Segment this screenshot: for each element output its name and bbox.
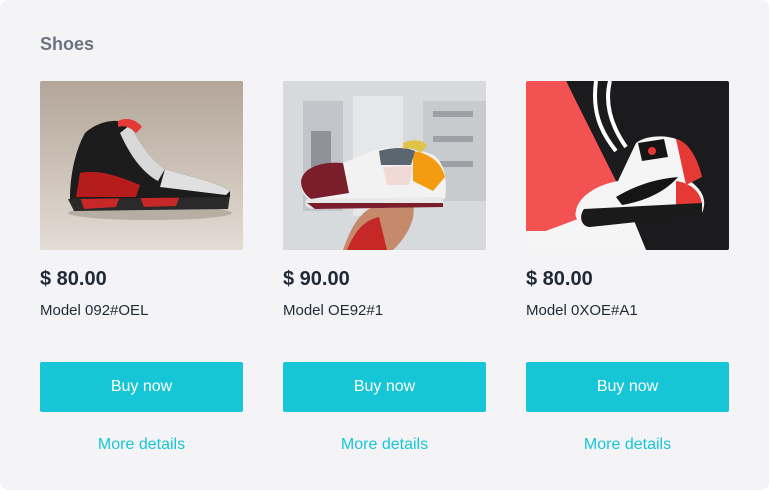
product-image[interactable]: [526, 81, 729, 250]
product-model: Model 0XOE#A1: [526, 302, 638, 319]
buy-now-button[interactable]: Buy now: [40, 362, 243, 412]
product-model: Model OE92#1: [283, 302, 384, 319]
product-price: $ 90.00: [283, 268, 350, 290]
more-details-link[interactable]: More details: [40, 436, 243, 454]
product-image[interactable]: [283, 81, 486, 250]
more-details-link[interactable]: More details: [526, 436, 729, 454]
product-card: $ 90.00 Model OE92#1 Buy now More detail…: [283, 81, 486, 453]
product-price: $ 80.00: [40, 268, 107, 290]
product-card: $ 80.00 Model 092#OEL Buy now More detai…: [40, 81, 243, 453]
more-details-link[interactable]: More details: [283, 436, 486, 454]
product-card: $ 80.00 Model 0XOE#A1 Buy now More detai…: [526, 81, 729, 453]
buy-now-button[interactable]: Buy now: [283, 362, 486, 412]
product-image[interactable]: [40, 81, 243, 250]
product-price: $ 80.00: [526, 268, 593, 290]
product-model: Model 092#OEL: [40, 302, 149, 319]
product-panel: Shoes $ 80.00 Model 092#OEL Buy now More…: [0, 0, 769, 490]
buy-now-button[interactable]: Buy now: [526, 362, 729, 412]
section-title: Shoes: [40, 34, 95, 54]
